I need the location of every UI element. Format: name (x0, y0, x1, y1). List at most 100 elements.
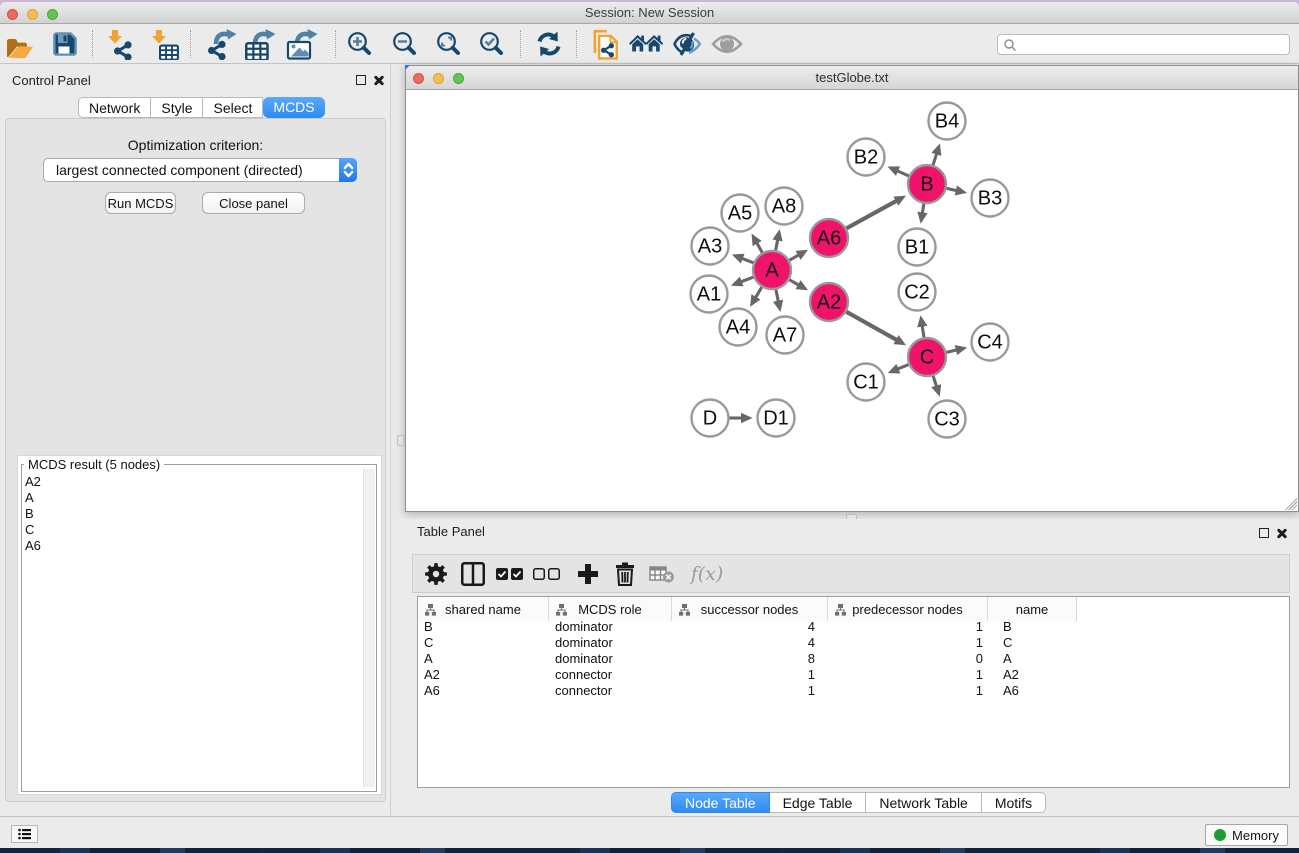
splitter-handle-left[interactable] (397, 435, 404, 446)
export-image-button[interactable] (283, 25, 321, 63)
table-row[interactable]: Adominator80A (418, 651, 1289, 667)
close-panel-button[interactable]: Close panel (202, 192, 305, 214)
column-header-name[interactable]: name (988, 597, 1077, 621)
add-column-svg (577, 563, 599, 585)
column-header-predecessor-nodes[interactable]: predecessor nodes (828, 597, 988, 621)
save-session-button[interactable] (46, 25, 84, 63)
delete-column-button[interactable] (607, 555, 643, 593)
column-header-successor-nodes[interactable]: successor nodes (672, 597, 828, 621)
add-column-button[interactable] (570, 555, 606, 593)
task-history-button[interactable] (11, 825, 38, 843)
graph-edge[interactable] (776, 289, 779, 303)
table-row[interactable]: Cdominator41C (418, 635, 1289, 651)
table-cell: B (988, 619, 1077, 635)
import-table-button[interactable] (146, 25, 184, 63)
delete-table-button[interactable] (644, 555, 680, 593)
graph-edge-arrow (732, 254, 745, 264)
graph-edge-arrow (773, 300, 783, 312)
zoom-fit-svg (436, 31, 462, 57)
column-tree-icon (834, 603, 847, 616)
graph-edge[interactable] (741, 258, 754, 263)
table-close-icon[interactable] (1276, 528, 1287, 539)
table-tab-node-table[interactable]: Node Table (671, 792, 770, 813)
mcds-result-list: A2ABCA6 (25, 474, 41, 554)
column-tree-icon (678, 603, 691, 616)
zoom-out-icon (392, 31, 418, 57)
zoom-out-button[interactable] (386, 25, 424, 63)
export-network-icon (207, 29, 237, 60)
show-all-nodes-button[interactable] (627, 25, 665, 63)
window-corner-artifact (405, 65, 410, 70)
result-scrollbar[interactable] (363, 469, 375, 787)
graph-edge[interactable] (896, 170, 909, 176)
export-table-icon (244, 29, 276, 60)
open-file-button[interactable] (1, 25, 39, 63)
graph-edge[interactable] (740, 277, 754, 282)
mcds-result-item: C (25, 522, 41, 538)
table-row[interactable]: A2connector11A2 (418, 667, 1289, 683)
refresh-svg (536, 31, 562, 57)
close-panel-icon[interactable] (373, 75, 384, 86)
graph-edge[interactable] (846, 200, 898, 228)
table-cell: A (418, 651, 549, 667)
export-table-button[interactable] (241, 25, 279, 63)
search-field[interactable] (997, 34, 1290, 55)
column-header-MCDS-role[interactable]: MCDS role (549, 597, 672, 621)
table-options-button[interactable] (418, 555, 454, 593)
hide-selected-button[interactable] (668, 25, 706, 63)
refresh-button[interactable] (530, 25, 568, 63)
show-hidden-button[interactable] (708, 25, 746, 63)
graph-node-label: C4 (977, 332, 1003, 354)
zoom-in-button[interactable] (341, 25, 379, 63)
resize-grip-icon[interactable] (1285, 498, 1297, 510)
memory-button[interactable]: Memory (1205, 824, 1288, 846)
table-cell: A6 (418, 683, 549, 699)
delete-table-icon (649, 565, 675, 583)
split-view-icon (461, 562, 485, 586)
control-tab-select[interactable]: Select (203, 97, 263, 118)
hide-selected-svg (672, 31, 702, 57)
graph-edge[interactable] (897, 364, 909, 369)
zoom-selected-icon (479, 31, 505, 57)
delete-table-svg (649, 565, 675, 583)
table-options-svg (423, 561, 449, 587)
table-tab-motifs[interactable]: Motifs (982, 792, 1046, 813)
control-tab-network[interactable]: Network (78, 97, 151, 118)
table-tab-edge-table[interactable]: Edge Table (770, 792, 867, 813)
table-float-icon[interactable] (1259, 528, 1269, 538)
table-body: Bdominator41BCdominator41CAdominator80AA… (418, 619, 1289, 787)
panel-header-buttons (1259, 528, 1287, 539)
table-cell: 8 (672, 651, 828, 667)
column-header-label: shared name (445, 602, 521, 617)
optimization-dropdown[interactable]: largest connected component (directed) (43, 158, 357, 182)
graph-edge[interactable] (846, 312, 898, 341)
table-row[interactable]: Bdominator41B (418, 619, 1289, 635)
network-canvas[interactable]: B4B2BB3B1A8A5A3A6AA1A4A7A2C2C4CC1C3DD1 (406, 91, 1298, 511)
control-tab-style[interactable]: Style (151, 97, 203, 118)
toolbar-separator (92, 30, 93, 58)
table-cell: A2 (418, 667, 549, 683)
function-builder-button[interactable]: f(x) (685, 555, 729, 593)
zoom-fit-button[interactable] (430, 25, 468, 63)
control-tab-mcds[interactable]: MCDS (263, 97, 324, 118)
deselect-all-button[interactable] (529, 555, 565, 593)
export-network-button[interactable] (203, 25, 241, 63)
import-network-button[interactable] (102, 25, 140, 63)
select-all-button[interactable] (492, 555, 528, 593)
table-cell: dominator (549, 651, 672, 667)
table-tab-network-table[interactable]: Network Table (866, 792, 981, 813)
table-tabs: Node TableEdge TableNetwork TableMotifs (671, 792, 1046, 813)
graph-edge[interactable] (933, 152, 937, 165)
run-mcds-button[interactable]: Run MCDS (105, 192, 176, 214)
zoom-selected-button[interactable] (473, 25, 511, 63)
deselect-all-icon (533, 568, 561, 580)
clone-network-button[interactable] (586, 25, 624, 63)
column-header-label: predecessor nodes (852, 602, 963, 617)
search-input[interactable] (1017, 36, 1289, 53)
table-row[interactable]: A6connector11A6 (418, 683, 1289, 699)
open-file-svg (6, 29, 34, 59)
float-panel-icon[interactable] (356, 75, 366, 85)
column-header-shared-name[interactable]: shared name (418, 597, 549, 621)
graph-edge[interactable] (755, 287, 762, 299)
split-view-button[interactable] (455, 555, 491, 593)
